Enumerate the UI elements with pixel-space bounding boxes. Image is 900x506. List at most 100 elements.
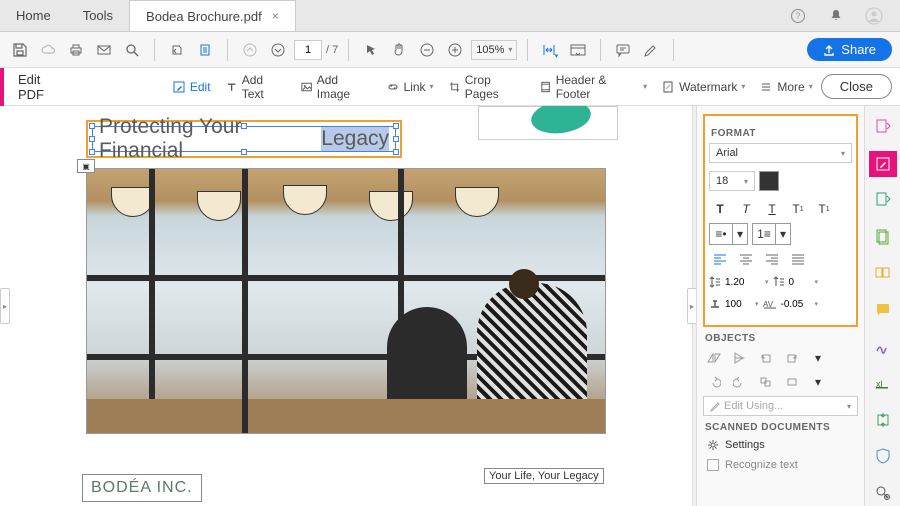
- decorative-shape: [478, 106, 618, 140]
- share-button[interactable]: Share: [807, 38, 892, 61]
- underline-button[interactable]: T: [761, 199, 783, 219]
- hscale-field[interactable]: ▾: [709, 295, 759, 313]
- tagline-text[interactable]: Your Life, Your Legacy: [484, 468, 604, 484]
- watermark-tool[interactable]: Watermark▾: [655, 76, 751, 98]
- align-center-button[interactable]: [735, 249, 757, 269]
- highlight-icon[interactable]: [639, 38, 663, 62]
- document-image[interactable]: ▣: [86, 168, 606, 434]
- align-right-button[interactable]: [761, 249, 783, 269]
- font-family-select[interactable]: Arial▾: [709, 143, 852, 163]
- checkbox-icon: [707, 459, 719, 471]
- subscript-button[interactable]: T1: [813, 199, 835, 219]
- add-image-tool[interactable]: Add Image: [294, 69, 378, 105]
- nav-icon-2[interactable]: [193, 38, 217, 62]
- rail-organize-icon[interactable]: [869, 224, 897, 251]
- left-panel-toggle[interactable]: ▸: [0, 288, 10, 324]
- print-icon[interactable]: [64, 38, 88, 62]
- superscript-button[interactable]: T1: [787, 199, 809, 219]
- flip-h-icon[interactable]: [703, 348, 725, 368]
- zoom-select[interactable]: 105%▾: [471, 40, 517, 60]
- align-objects-icon[interactable]: [755, 372, 777, 392]
- kerning-field[interactable]: AV▾: [763, 295, 819, 313]
- edit-tool[interactable]: Edit: [166, 76, 217, 98]
- rail-edit-icon[interactable]: [869, 151, 897, 178]
- number-list-icon: 1≡: [753, 224, 775, 244]
- arrange-objects-icon[interactable]: [781, 372, 803, 392]
- redo-object-icon[interactable]: [729, 372, 751, 392]
- page-up-icon[interactable]: [238, 38, 262, 62]
- rotate-cw-icon[interactable]: [781, 348, 803, 368]
- read-mode-icon[interactable]: [566, 38, 590, 62]
- rail-export-icon[interactable]: [869, 187, 897, 214]
- save-icon[interactable]: [8, 38, 32, 62]
- profile-icon[interactable]: [862, 4, 886, 28]
- svg-text:?: ?: [795, 11, 800, 21]
- objects-heading: OBJECTS: [705, 333, 856, 344]
- right-rail: xl: [864, 106, 900, 506]
- hand-icon[interactable]: [387, 38, 411, 62]
- edit-using-select[interactable]: Edit Using...▾: [703, 396, 858, 416]
- rail-comment-icon[interactable]: [869, 297, 897, 324]
- scanned-settings[interactable]: Settings: [703, 437, 858, 453]
- format-panel: FORMAT Arial▾ 18▾ T T T T1 T1 ≡•▾ 1≡▾: [696, 106, 864, 506]
- bullet-list-icon: ≡•: [710, 224, 732, 244]
- rail-combine-icon[interactable]: [869, 260, 897, 287]
- format-heading: FORMAT: [711, 128, 850, 139]
- close-button[interactable]: Close: [821, 74, 892, 99]
- document-canvas[interactable]: ▸ Protecting Your Financial Legacy ▣: [0, 106, 692, 506]
- align-left-button[interactable]: [709, 249, 731, 269]
- more-tool[interactable]: More▾: [753, 76, 818, 98]
- image-tag-icon[interactable]: ▣: [77, 159, 95, 173]
- objects-row-2: ▾: [703, 372, 858, 392]
- tab-home[interactable]: Home: [0, 0, 67, 31]
- undo-object-icon[interactable]: [703, 372, 725, 392]
- rail-sign-icon[interactable]: [869, 333, 897, 360]
- paragraph-space-field[interactable]: ▾: [773, 273, 819, 291]
- font-color-swatch[interactable]: [759, 171, 779, 191]
- line-height-field[interactable]: ▾: [709, 273, 769, 291]
- tab-document[interactable]: Bodea Brochure.pdf ×: [129, 0, 296, 31]
- pointer-icon[interactable]: [359, 38, 383, 62]
- rail-more-tools-icon[interactable]: [869, 479, 897, 506]
- text-edit-frame[interactable]: Protecting Your Financial Legacy: [86, 120, 402, 158]
- align-justify-button[interactable]: [787, 249, 809, 269]
- arrange-drop[interactable]: ▾: [807, 348, 829, 368]
- rail-create-icon[interactable]: [869, 114, 897, 141]
- comment-icon[interactable]: [611, 38, 635, 62]
- company-logo[interactable]: BODÉA INC.: [82, 474, 202, 502]
- cloud-icon[interactable]: [36, 38, 60, 62]
- search-icon[interactable]: [120, 38, 144, 62]
- tab-tools[interactable]: Tools: [67, 0, 129, 31]
- recognize-text-checkbox[interactable]: Recognize text: [703, 457, 858, 473]
- bullet-list-select[interactable]: ≡•▾: [709, 223, 748, 245]
- rotate-ccw-icon[interactable]: [755, 348, 777, 368]
- number-list-select[interactable]: 1≡▾: [752, 223, 791, 245]
- help-icon[interactable]: ?: [786, 4, 810, 28]
- subtoolbar-title: Edit PDF: [18, 72, 67, 102]
- gear-icon: [707, 439, 719, 451]
- flip-v-icon[interactable]: [729, 348, 751, 368]
- tab-close-icon[interactable]: ×: [272, 9, 279, 23]
- zoom-out-icon[interactable]: [415, 38, 439, 62]
- font-size-select[interactable]: 18▾: [709, 171, 755, 191]
- zoom-in-icon[interactable]: [443, 38, 467, 62]
- header-footer-tool[interactable]: Header & Footer▾: [533, 69, 654, 105]
- arrange-drop-2[interactable]: ▾: [807, 372, 829, 392]
- link-tool[interactable]: Link▾: [380, 76, 440, 98]
- fit-width-icon[interactable]: ▾: [538, 38, 562, 62]
- crop-pages-tool[interactable]: Crop Pages: [442, 69, 531, 105]
- rail-protect-icon[interactable]: [869, 443, 897, 470]
- rail-redact-icon[interactable]: xl: [869, 370, 897, 397]
- rail-compress-icon[interactable]: [869, 406, 897, 433]
- bell-icon[interactable]: [824, 4, 848, 28]
- format-section: FORMAT Arial▾ 18▾ T T T T1 T1 ≡•▾ 1≡▾: [703, 114, 858, 327]
- nav-icon-1[interactable]: [165, 38, 189, 62]
- align-row: [709, 249, 852, 269]
- mail-icon[interactable]: [92, 38, 116, 62]
- bold-button[interactable]: T: [709, 199, 731, 219]
- page-down-icon[interactable]: [266, 38, 290, 62]
- italic-button[interactable]: T: [735, 199, 757, 219]
- add-text-tool[interactable]: Add Text: [219, 69, 292, 105]
- page-number-input[interactable]: [294, 40, 322, 60]
- text-style-row: T T T T1 T1: [709, 199, 852, 219]
